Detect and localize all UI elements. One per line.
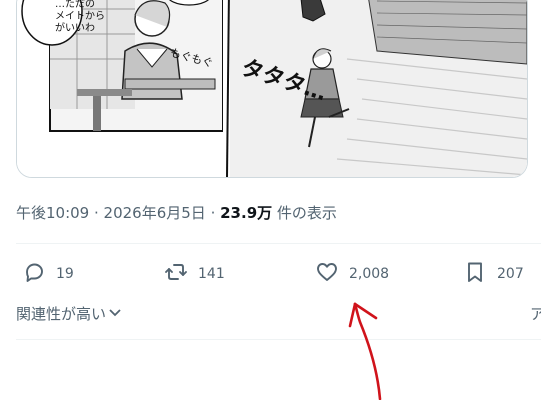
reply-sort-dropdown[interactable]: 関連性が高い [16,303,122,324]
sort-label: 関連性が高い [16,305,107,323]
retweet-icon [164,260,188,288]
views-count[interactable]: 23.9万 [220,204,272,222]
speech-bubble-line-3: がいいわ [55,21,95,34]
divider [16,243,541,244]
tweet-time[interactable]: 午後10:09 [16,204,89,222]
divider [16,339,541,340]
speech-bubble-icon [22,260,46,288]
tweet-media-image[interactable]: …ただの メイトから がいいわ もぐもぐ タタタ… [16,0,528,178]
like-count: 2,008 [349,266,390,282]
views-label[interactable]: 件の表示 [272,204,337,222]
tweet-metadata: 午後10:09 · 2026年6月5日 · 23.9万 件の表示 [16,202,337,223]
retweet-button[interactable]: 141 [164,258,225,290]
manga-panels: …ただの メイトから がいいわ もぐもぐ タタタ… [17,0,527,177]
reply-count: 19 [56,266,74,282]
reply-button[interactable]: 19 [22,258,74,290]
heart-icon [315,260,339,288]
bookmark-icon [463,260,487,288]
tweet-action-bar: 19 141 2,008 207 [16,258,541,290]
chevron-down-icon [106,305,122,323]
like-button[interactable]: 2,008 [315,258,389,290]
meta-separator: · [205,204,221,222]
truncated-text: ア [530,305,541,323]
retweet-count: 141 [198,266,225,282]
tweet-date[interactable]: 2026年6月5日 [104,204,206,222]
bookmark-button[interactable]: 207 [463,258,524,290]
speech-bubble-line-1: …ただの [55,0,95,10]
meta-separator: · [89,204,104,222]
speech-bubble-line-2: メイトから [55,10,105,22]
red-arrow-annotation [348,302,382,400]
bookmark-count: 207 [497,266,524,282]
